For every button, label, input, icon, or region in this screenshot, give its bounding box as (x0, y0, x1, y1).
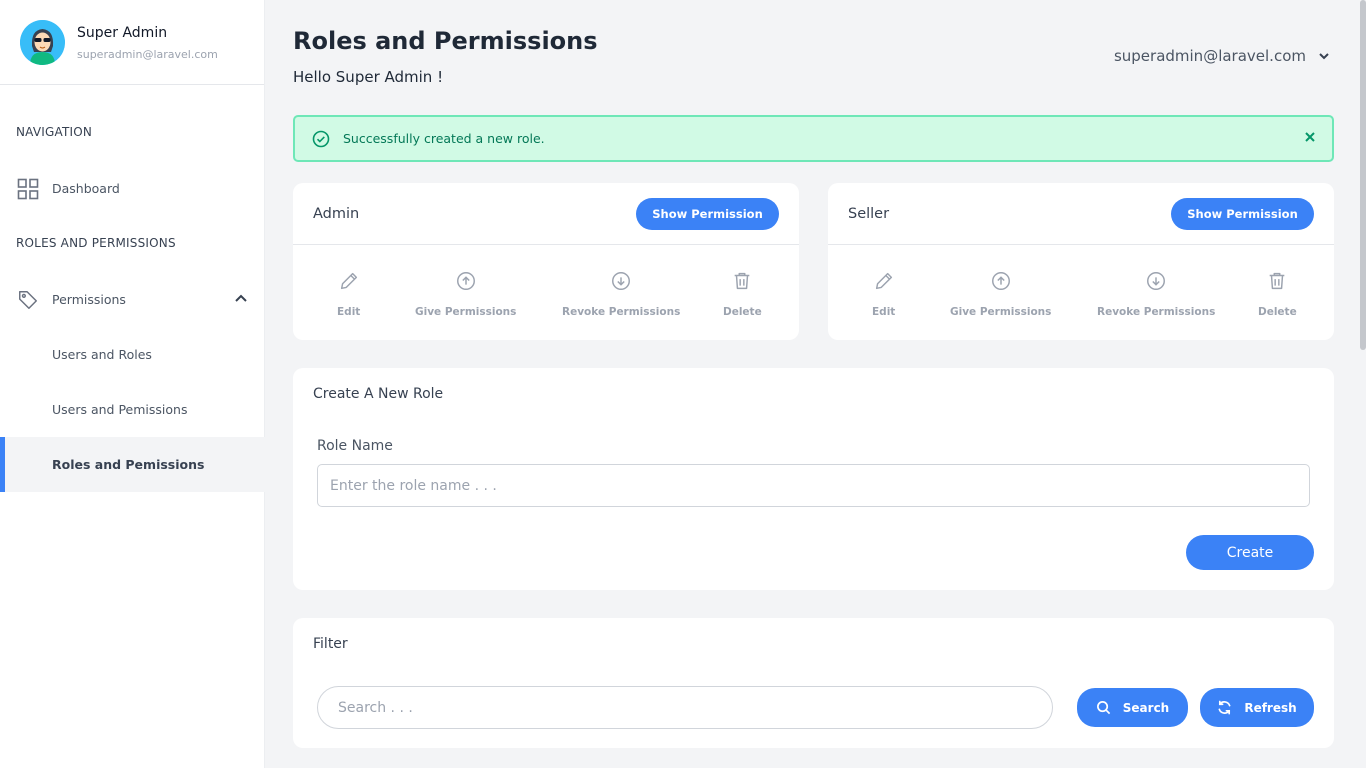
role-card: Seller Show Permission Edit Give Permiss… (828, 183, 1334, 340)
sidebar-item-permissions-label: Permissions (52, 292, 126, 307)
sidebar: Super Admin superadmin@laravel.com NAVIG… (0, 0, 265, 768)
sidebar-item-users-permissions-label: Users and Pemissions (52, 402, 188, 417)
profile-email: superadmin@laravel.com (77, 47, 218, 61)
create-role-card: Create A New Role Role Name Create (293, 368, 1334, 590)
user-menu[interactable]: superadmin@laravel.com (1114, 47, 1330, 65)
pencil-icon (873, 270, 895, 292)
edit-label: Edit (872, 306, 896, 318)
role-name-input[interactable] (317, 464, 1310, 507)
role-name: Admin (313, 205, 360, 222)
scrollbar-thumb[interactable] (1360, 0, 1366, 350)
role-name-label: Role Name (317, 438, 393, 454)
user-menu-email: superadmin@laravel.com (1113, 47, 1306, 65)
tag-icon (16, 288, 40, 312)
delete-label: Delete (1258, 306, 1297, 318)
sidebar-item-roles-permissions[interactable]: Roles and Pemissions (0, 437, 265, 492)
trash-icon (731, 270, 753, 292)
profile-name: Super Admin (77, 24, 168, 41)
alert-message: Successfully created a new role. (343, 131, 545, 146)
check-circle-icon (312, 130, 330, 148)
give-permissions-action[interactable]: Give Permissions (415, 245, 516, 340)
refresh-icon (1217, 700, 1232, 715)
sidebar-item-users-roles[interactable]: Users and Roles (0, 327, 265, 382)
create-button[interactable]: Create (1186, 535, 1314, 570)
grid-icon (16, 177, 40, 201)
give-permissions-action[interactable]: Give Permissions (950, 245, 1051, 340)
search-button[interactable]: Search (1077, 688, 1188, 727)
sidebar-item-users-roles-label: Users and Roles (52, 347, 152, 362)
arrow-down-circle-icon (1145, 270, 1167, 292)
arrow-up-circle-icon (455, 270, 477, 292)
nav-heading-navigation: NAVIGATION (16, 125, 93, 139)
role-card: Admin Show Permission Edit Give Permissi… (293, 183, 799, 340)
avatar (20, 19, 65, 65)
sidebar-item-roles-permissions-label: Roles and Pemissions (52, 457, 205, 472)
revoke-permissions-action[interactable]: Revoke Permissions (1097, 245, 1215, 340)
search-button-label: Search (1122, 700, 1170, 715)
arrow-down-circle-icon (610, 270, 632, 292)
create-role-title: Create A New Role (313, 386, 444, 402)
refresh-button-label: Refresh (1244, 700, 1297, 715)
filter-title: Filter (313, 636, 348, 652)
revoke-permissions-label: Revoke Permissions (1097, 306, 1216, 318)
edit-role-action[interactable]: Edit (872, 245, 895, 340)
filter-card: Filter Search Refresh (293, 618, 1334, 748)
close-icon[interactable] (1303, 130, 1317, 144)
sidebar-item-dashboard[interactable]: Dashboard (0, 161, 265, 216)
edit-role-action[interactable]: Edit (337, 245, 360, 340)
trash-icon (1266, 270, 1288, 292)
greeting: Hello Super Admin ! (293, 68, 444, 86)
role-name: Seller (848, 205, 890, 222)
search-input[interactable] (317, 686, 1053, 729)
delete-role-action[interactable]: Delete (1258, 245, 1297, 340)
profile-header: Super Admin superadmin@laravel.com (0, 0, 264, 85)
chevron-down-icon (1318, 50, 1330, 62)
page-title: Roles and Permissions (293, 27, 598, 55)
search-icon (1096, 700, 1111, 715)
delete-role-action[interactable]: Delete (723, 245, 762, 340)
delete-label: Delete (723, 306, 762, 318)
sidebar-item-dashboard-label: Dashboard (52, 181, 120, 196)
sidebar-item-permissions[interactable]: Permissions (0, 272, 265, 327)
refresh-button[interactable]: Refresh (1200, 688, 1314, 727)
edit-label: Edit (337, 306, 361, 318)
show-permission-button[interactable]: Show Permission (1171, 197, 1314, 230)
nav-heading-roles: ROLES AND PERMISSIONS (16, 236, 176, 250)
show-permission-button[interactable]: Show Permission (636, 197, 779, 230)
pencil-icon (338, 270, 360, 292)
revoke-permissions-action[interactable]: Revoke Permissions (562, 245, 680, 340)
give-permissions-label: Give Permissions (950, 306, 1052, 318)
chevron-up-icon[interactable] (234, 291, 248, 308)
revoke-permissions-label: Revoke Permissions (562, 306, 681, 318)
give-permissions-label: Give Permissions (415, 306, 517, 318)
arrow-up-circle-icon (990, 270, 1012, 292)
success-alert: Successfully created a new role. (293, 115, 1334, 162)
sidebar-item-users-permissions[interactable]: Users and Pemissions (0, 382, 265, 437)
scrollbar-track[interactable] (1360, 0, 1366, 768)
